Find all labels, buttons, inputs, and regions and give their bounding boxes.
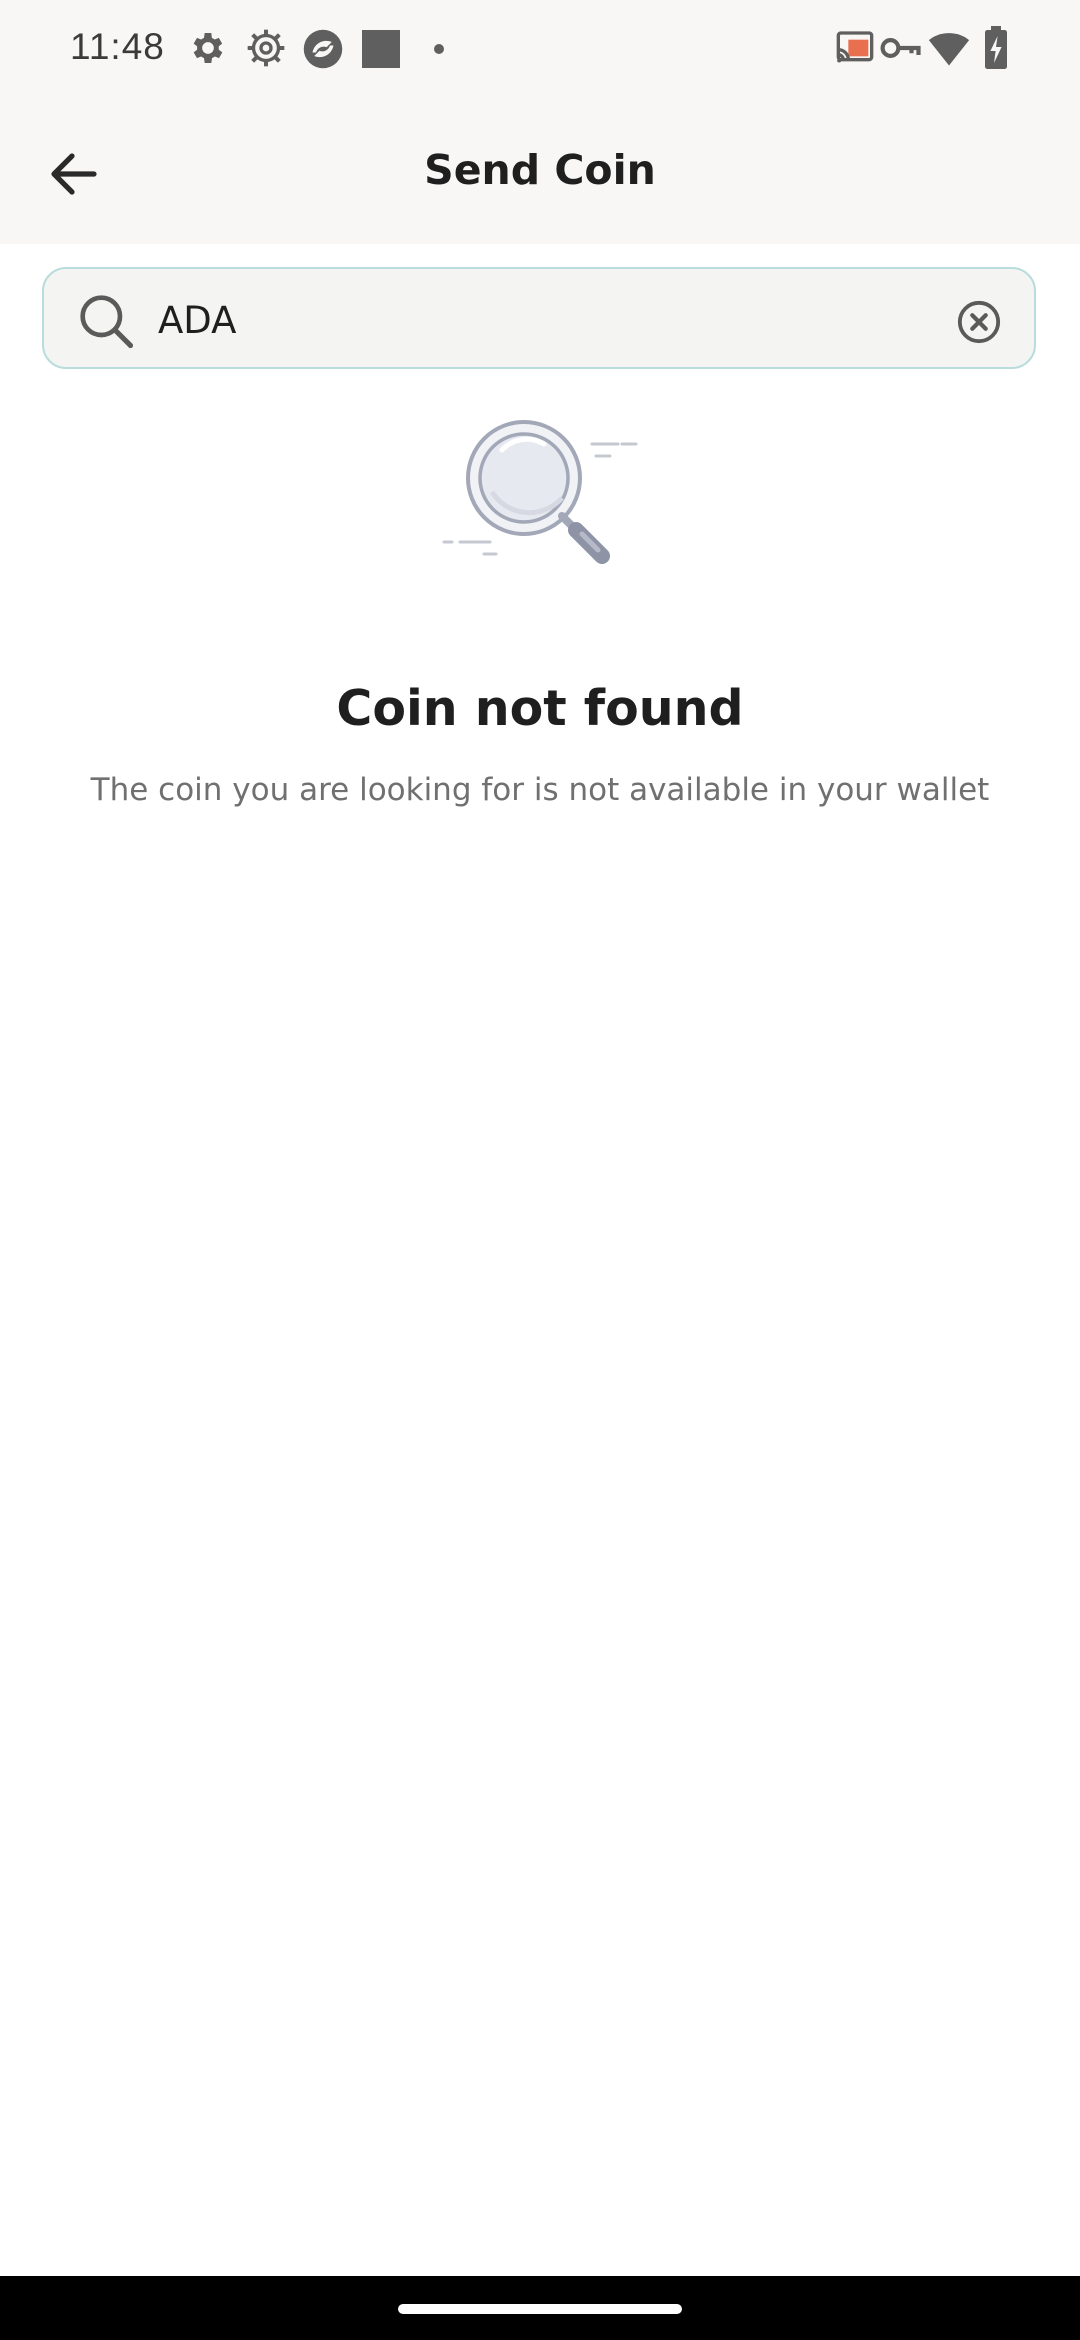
app-icon — [303, 29, 343, 69]
clear-circle-icon[interactable] — [956, 299, 1002, 345]
settings-icon — [193, 33, 223, 63]
cast-icon — [836, 31, 874, 63]
search-input[interactable] — [158, 291, 938, 349]
search-icon — [80, 295, 134, 349]
empty-state-subtitle: The coin you are looking for is not avai… — [90, 772, 990, 808]
magnifier-illustration-icon — [442, 420, 638, 564]
battery-charging-icon — [985, 26, 1007, 69]
empty-state-title: Coin not found — [336, 680, 744, 737]
search-box[interactable] — [42, 267, 1036, 369]
status-time: 11:48 — [70, 26, 165, 67]
system-navigation-bar — [0, 2276, 1080, 2340]
wifi-icon — [928, 33, 970, 66]
page-title: Send Coin — [424, 146, 656, 194]
dot-icon — [434, 44, 444, 54]
vpn-key-icon — [880, 38, 921, 58]
home-indicator[interactable] — [398, 2304, 682, 2314]
gear-outline-icon — [247, 29, 285, 67]
send-coin-screen: 11:48 Send Coin ADA Coin not found The c… — [0, 0, 1080, 2340]
app-bar: Send Coin — [0, 100, 1080, 244]
square-icon — [362, 30, 400, 68]
status-bar: 11:48 — [0, 0, 1080, 100]
